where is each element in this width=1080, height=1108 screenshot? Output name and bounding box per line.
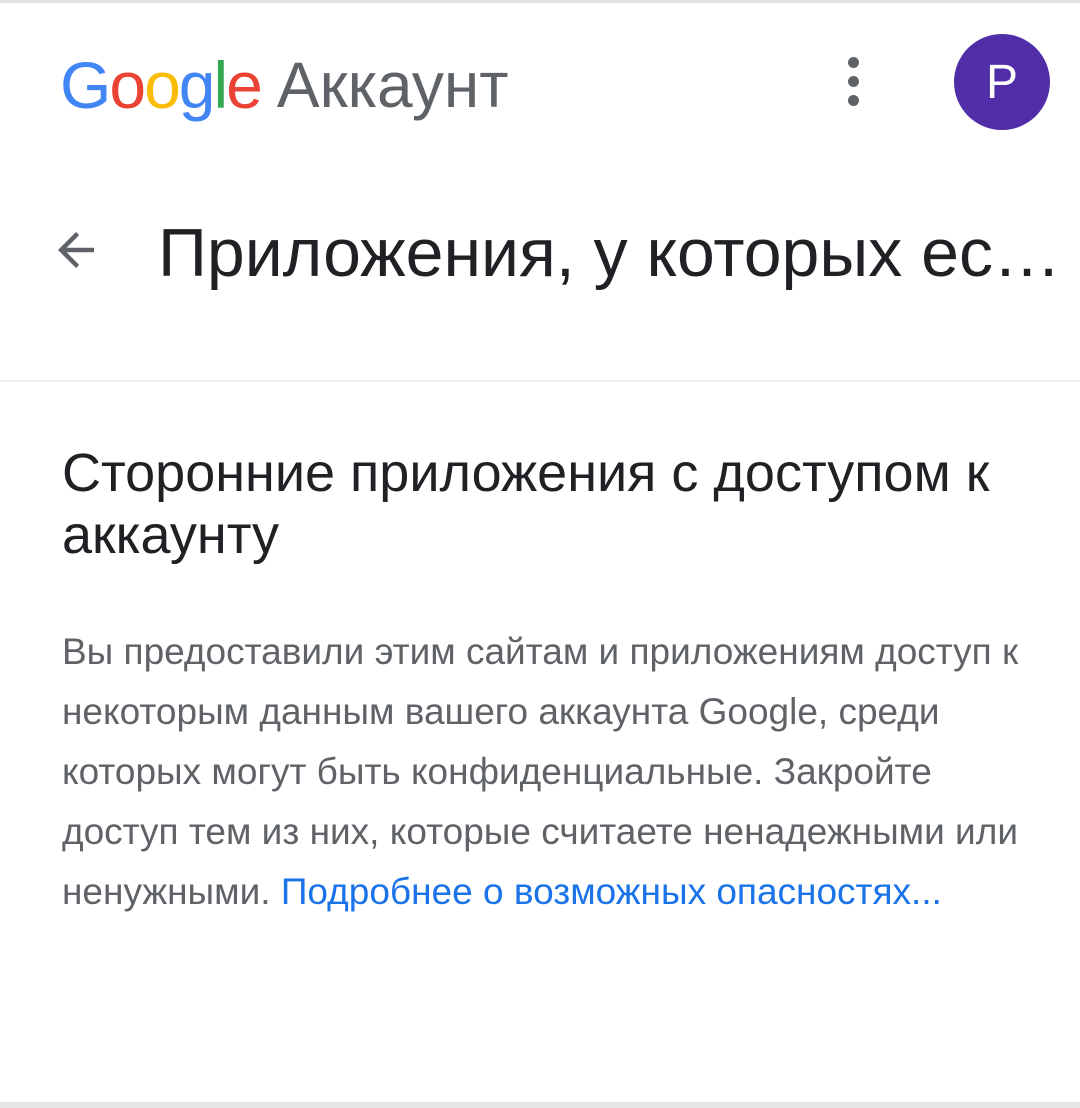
logo-letter: o [109,48,146,122]
logo-letter: o [144,48,181,122]
back-button[interactable] [36,210,116,290]
more-vert-icon-dot [847,75,859,87]
more-vert-icon [847,56,859,68]
section-divider [0,380,1080,382]
google-logo: Google [60,48,263,122]
avatar-letter: P [985,55,1018,109]
product-name: Аккаунт [276,49,509,121]
more-options-button[interactable] [822,50,884,112]
logo-letter: e [226,48,263,122]
bottom-edge-divider [0,1102,1080,1108]
arrow-back-icon [58,232,94,268]
logo-letter: l [213,48,229,122]
description-text: Вы предоставили этим сайтам и приложения… [62,631,1019,912]
learn-more-link[interactable]: Подробнее о возможных опасностях... [281,871,942,912]
google-account-logo[interactable]: Google Аккаунт [60,40,509,130]
page-title-bar: Приложения, у которых есть доступ к ваше… [0,185,1080,315]
avatar[interactable]: P [954,34,1050,130]
section-heading: Сторонние приложения с доступом к аккаун… [62,443,990,565]
section-description: Вы предоставили этим сайтам и приложения… [62,622,1037,922]
page-title: Приложения, у которых есть доступ к ваше… [158,215,1070,291]
app-header: Google Аккаунт P [0,0,1080,170]
logo-letter: G [60,48,111,122]
more-vert-icon-dot [847,94,859,106]
logo-letter: g [178,48,216,122]
